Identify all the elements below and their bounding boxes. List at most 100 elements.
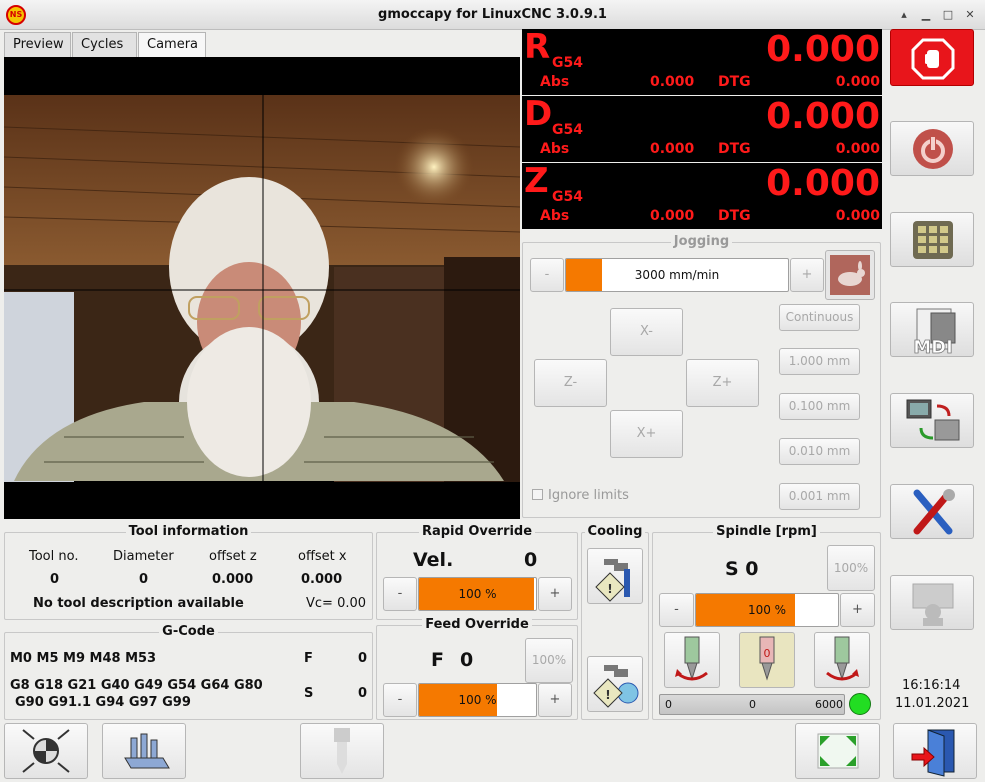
tool-table-button[interactable] bbox=[102, 723, 186, 779]
dro-abs-value: 0.000 bbox=[650, 208, 695, 224]
mist-coolant-icon: ! bbox=[593, 665, 639, 708]
manual-mode-button[interactable] bbox=[890, 212, 974, 267]
spindle-forward-button[interactable] bbox=[664, 632, 720, 688]
flood-coolant-icon: ! bbox=[595, 559, 630, 602]
spindle-override-decrease-button[interactable]: - bbox=[659, 593, 694, 627]
flood-coolant-button[interactable]: ! bbox=[587, 548, 643, 604]
jog-increment-0-01[interactable]: 0.010 mm bbox=[779, 438, 860, 465]
dro-r[interactable]: R G54 0.000 Abs 0.000 DTG 0.000 bbox=[522, 27, 882, 95]
rapid-override-increase-button[interactable]: + bbox=[538, 577, 572, 611]
tool-header-offset-x: offset x bbox=[298, 549, 347, 564]
velocity-label: Vel. bbox=[413, 549, 454, 571]
jog-increment-continuous[interactable]: Continuous bbox=[779, 304, 860, 331]
dro-abs-label: Abs bbox=[540, 141, 570, 157]
active-gcodes-line2: G90 G91.1 G94 G97 G99 bbox=[15, 695, 191, 710]
jog-increment-0-1[interactable]: 0.100 mm bbox=[779, 393, 860, 420]
dro-value: 0.000 bbox=[766, 29, 880, 70]
spindle-override-reset-button[interactable]: 100% bbox=[827, 545, 875, 591]
settings-button[interactable] bbox=[890, 484, 974, 539]
jog-speed-increase-button[interactable]: + bbox=[790, 258, 824, 292]
user-tabs-icon bbox=[912, 583, 954, 626]
jog-increment-0-001[interactable]: 0.001 mm bbox=[779, 483, 860, 510]
window-minimize-icon[interactable]: ▁ bbox=[918, 7, 934, 23]
tool-header-tool-no: Tool no. bbox=[29, 549, 79, 564]
exit-door-icon bbox=[911, 729, 955, 777]
mdi-mode-button[interactable]: MDI bbox=[890, 302, 974, 358]
window-maximize-icon[interactable]: □ bbox=[940, 7, 956, 23]
exit-button[interactable] bbox=[893, 723, 977, 779]
tool-offset-z-value: 0.000 bbox=[212, 572, 254, 587]
dro-axis-letter: R bbox=[524, 27, 551, 67]
feed-value: 0 bbox=[460, 649, 474, 671]
gcode-f-value: 0 bbox=[358, 651, 368, 666]
tab-preview[interactable]: Preview bbox=[4, 32, 71, 57]
window-title: gmoccapy for LinuxCNC 3.0.9.1 bbox=[378, 7, 607, 22]
dro-coord-system: G54 bbox=[552, 122, 583, 138]
mist-coolant-button[interactable]: ! bbox=[587, 656, 643, 712]
dro-abs-label: Abs bbox=[540, 208, 570, 224]
feed-override-bar[interactable]: 100 % bbox=[418, 683, 537, 717]
feed-override-reset-button[interactable]: 100% bbox=[525, 638, 573, 683]
jog-z-minus-button[interactable]: Z- bbox=[534, 359, 607, 407]
active-mcodes: M0 M5 M9 M48 M53 bbox=[10, 651, 157, 666]
user-tabs-button[interactable] bbox=[890, 575, 974, 630]
dro-axis-letter: Z bbox=[524, 161, 549, 201]
jog-speed-bar[interactable]: 3000 mm/min bbox=[565, 258, 789, 292]
spindle-scale-max: 6000 bbox=[815, 698, 843, 711]
tool-table-icon bbox=[124, 733, 170, 769]
dro-z[interactable]: Z G54 0.000 Abs 0.000 DTG 0.000 bbox=[522, 161, 882, 229]
spindle-override-increase-button[interactable]: + bbox=[840, 593, 875, 627]
tool-information-title: Tool information bbox=[125, 524, 252, 539]
jog-x-minus-button[interactable]: X- bbox=[610, 308, 683, 356]
tab-label: Preview bbox=[13, 37, 64, 52]
touch-off-button[interactable] bbox=[4, 723, 88, 779]
spindle-forward-icon bbox=[675, 636, 708, 681]
tab-camera[interactable]: Camera bbox=[138, 32, 206, 58]
rapid-override-bar[interactable]: 100 % bbox=[418, 577, 537, 611]
dro-dtg-value: 0.000 bbox=[835, 208, 880, 224]
auto-mode-button[interactable] bbox=[890, 393, 974, 448]
spindle-reverse-icon bbox=[826, 636, 859, 681]
dro-d[interactable]: D G54 0.000 Abs 0.000 DTG 0.000 bbox=[522, 94, 882, 162]
jog-speed-value: 3000 mm/min bbox=[634, 268, 720, 282]
tab-label: Cycles bbox=[81, 37, 124, 52]
feed-override-increase-button[interactable]: + bbox=[538, 683, 572, 717]
svg-text:!: ! bbox=[607, 582, 612, 596]
spindle-scale-mid: 0 bbox=[749, 698, 756, 711]
dro-dtg-label: DTG bbox=[718, 141, 751, 157]
jog-speed-decrease-button[interactable]: - bbox=[530, 258, 564, 292]
feed-override-decrease-button[interactable]: - bbox=[383, 683, 417, 717]
jog-increment-1[interactable]: 1.000 mm bbox=[779, 348, 860, 375]
active-gcodes-line1: G8 G18 G21 G40 G49 G54 G64 G80 bbox=[10, 678, 263, 693]
fullscreen-button[interactable] bbox=[795, 723, 880, 779]
dro-abs-value: 0.000 bbox=[650, 141, 695, 157]
tool-header-offset-z: offset z bbox=[209, 549, 257, 564]
ignore-limits-label: Ignore limits bbox=[548, 488, 629, 503]
dro-dtg-label: DTG bbox=[718, 208, 751, 224]
tool-description: No tool description available bbox=[33, 596, 244, 611]
spindle-stop-button[interactable]: 0 bbox=[739, 632, 795, 688]
spindle-override-bar[interactable]: 100 % bbox=[695, 593, 839, 627]
jog-turtle-button[interactable] bbox=[825, 250, 875, 300]
window-close-icon[interactable]: ✕ bbox=[962, 7, 978, 23]
velocity-value: 0 bbox=[524, 549, 538, 571]
rapid-override-title: Rapid Override bbox=[418, 524, 536, 539]
touch-off-icon bbox=[22, 729, 70, 773]
ignore-limits-checkbox[interactable] bbox=[532, 489, 543, 500]
rapid-override-decrease-button[interactable]: - bbox=[383, 577, 417, 611]
estop-button[interactable] bbox=[890, 29, 974, 86]
tool-number-value: 0 bbox=[50, 572, 60, 587]
dro-dtg-value: 0.000 bbox=[835, 141, 880, 157]
spindle-stop-icon: 0 bbox=[759, 636, 775, 681]
window-up-icon[interactable]: ▴ bbox=[896, 7, 912, 23]
machine-power-button[interactable] bbox=[890, 121, 974, 176]
computer-to-machine-icon bbox=[906, 399, 960, 441]
tab-cycles[interactable]: Cycles bbox=[72, 32, 137, 57]
jog-x-plus-button[interactable]: X+ bbox=[610, 410, 683, 458]
spindle-reverse-button[interactable] bbox=[814, 632, 870, 688]
tools-icon bbox=[913, 489, 955, 535]
tool-change-button[interactable] bbox=[300, 723, 384, 779]
jog-z-plus-button[interactable]: Z+ bbox=[686, 359, 759, 407]
dro-dtg-value: 0.000 bbox=[835, 74, 880, 90]
spindle-title: Spindle [rpm] bbox=[713, 524, 820, 539]
